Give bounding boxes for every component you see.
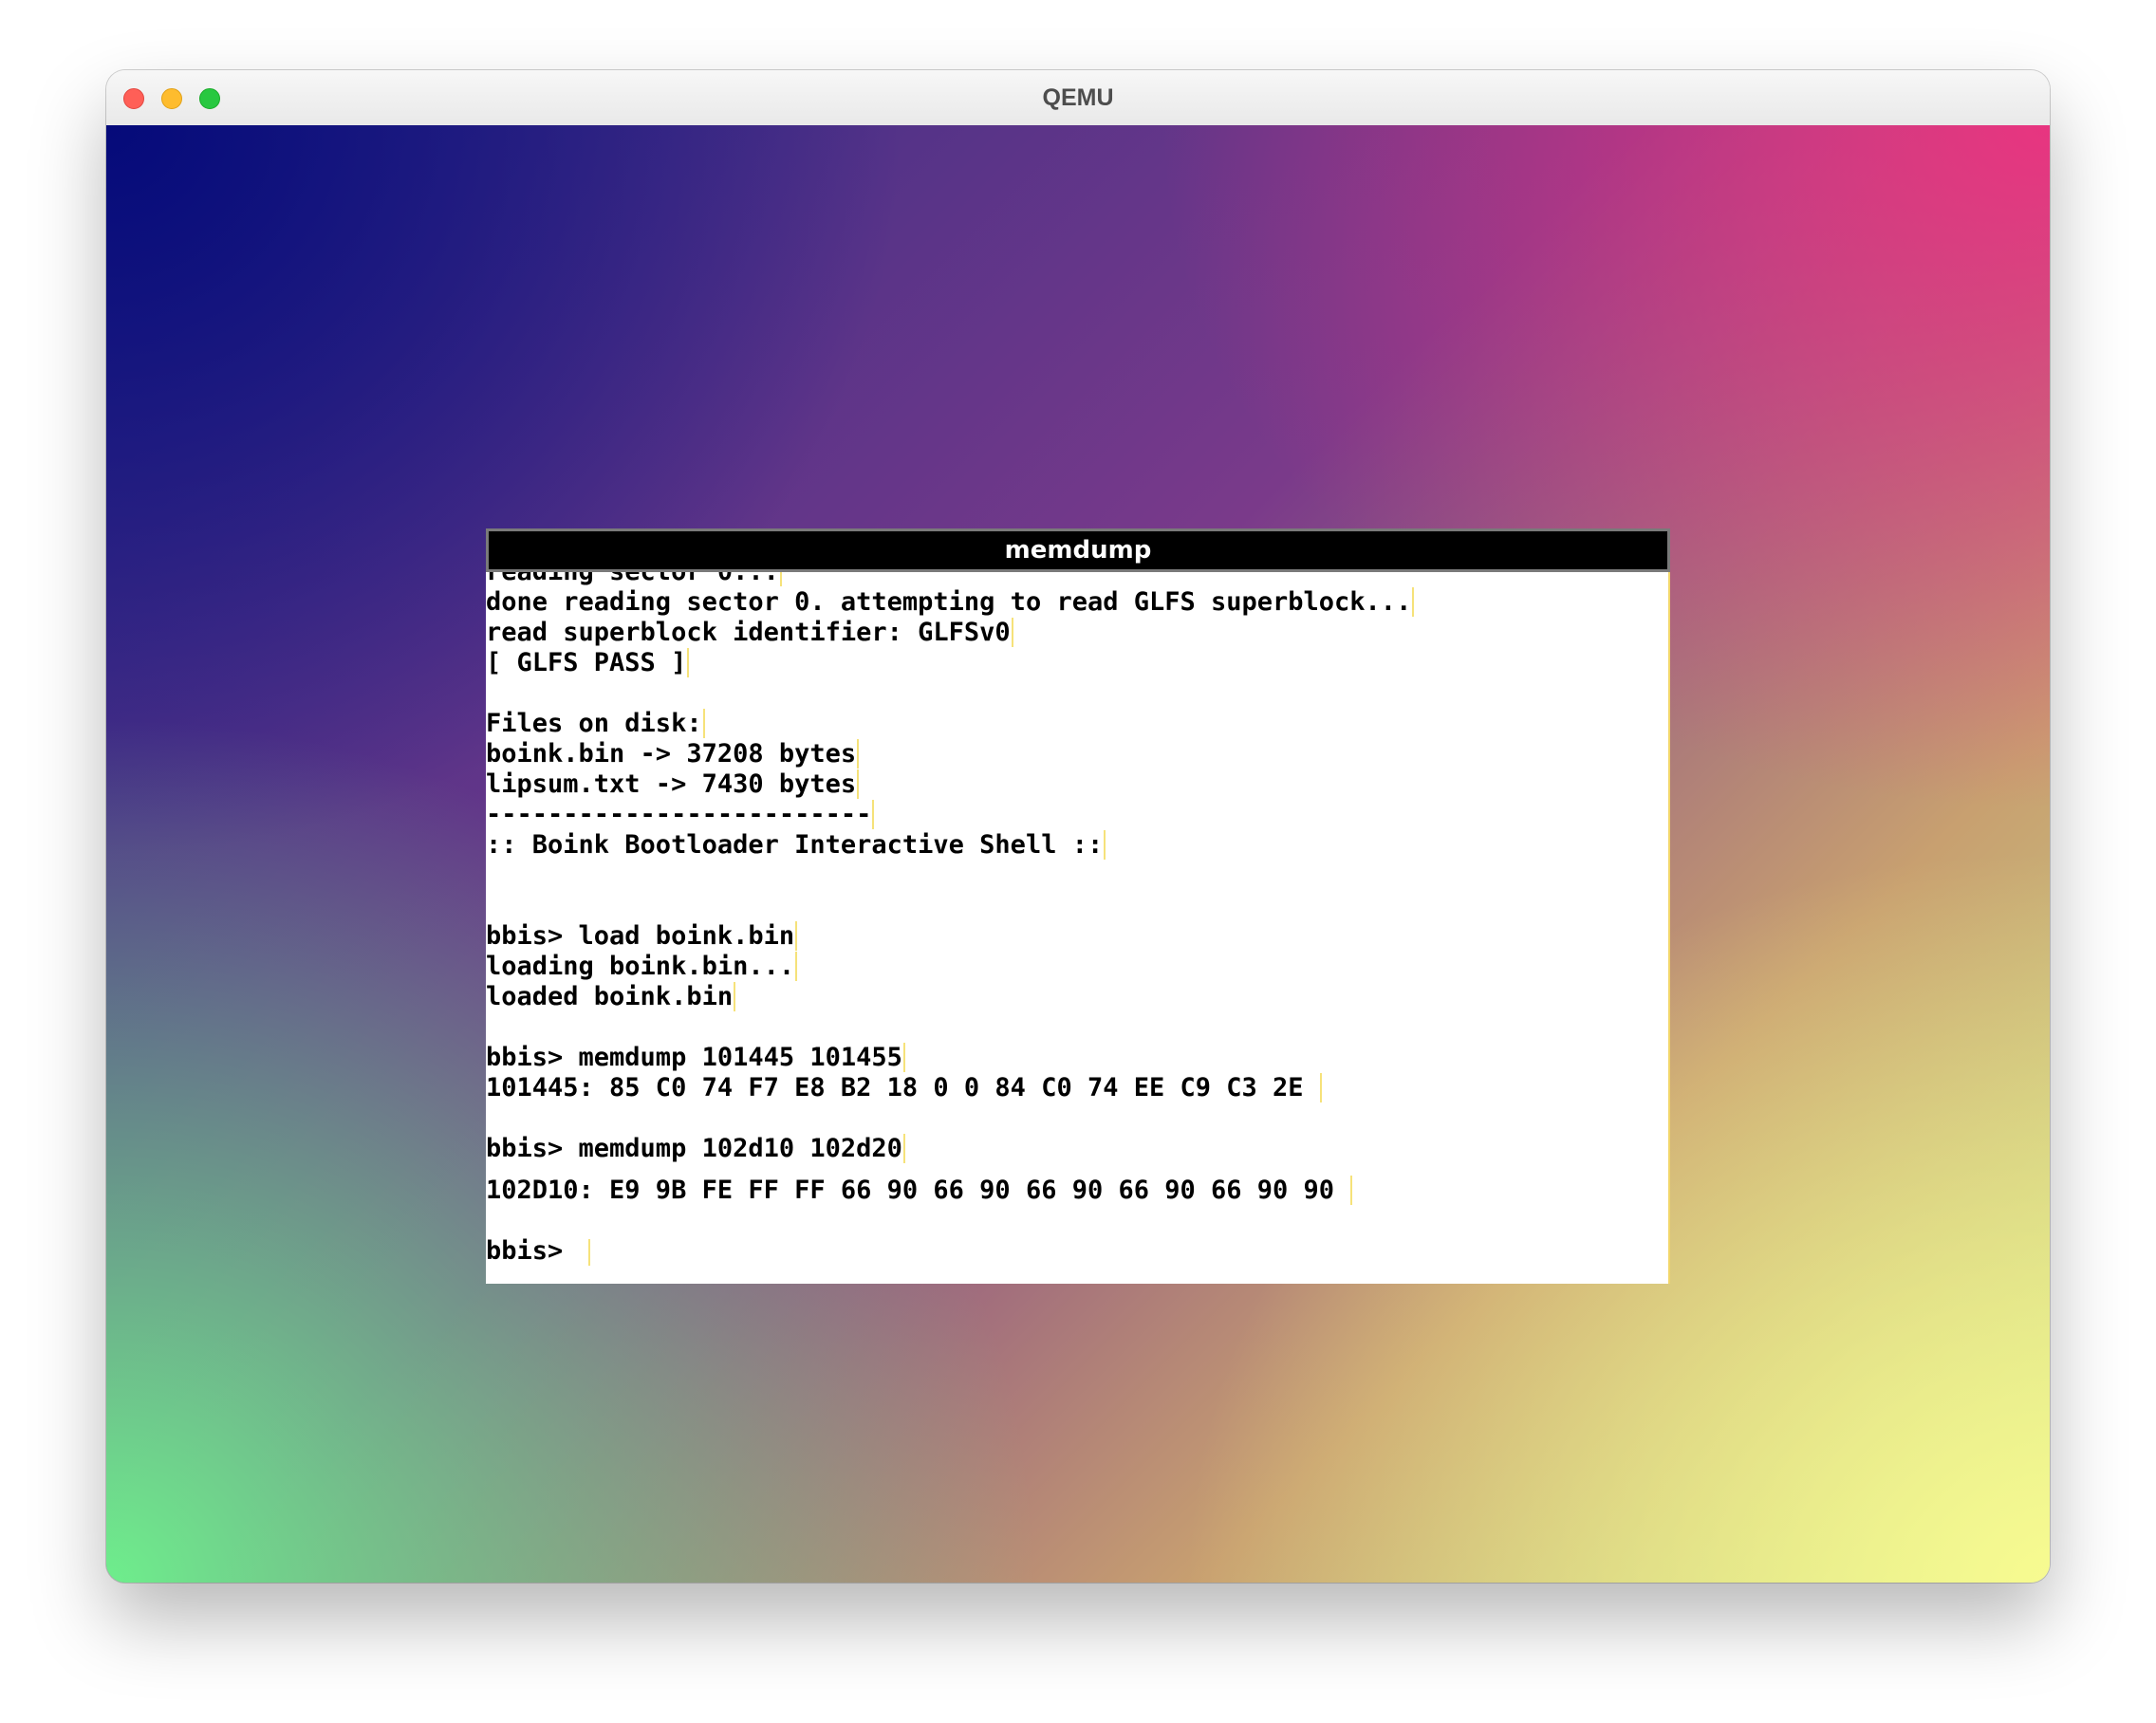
terminal-line: lipsum.txt -> 7430 bytes [486, 769, 1414, 800]
shell-command: bbis> load boink.bin [486, 921, 1414, 952]
shell-banner: :: Boink Bootloader Interactive Shell :: [486, 830, 1414, 861]
terminal-lines: reading sector 0... done reading sector … [486, 572, 1415, 1267]
window-title: QEMU [1042, 84, 1114, 111]
terminal-line: loaded boink.bin [486, 982, 1414, 1012]
memdump-window-title[interactable]: memdump [486, 528, 1670, 572]
terminal-line: read superblock identifier: GLFSv0 [486, 618, 1414, 648]
shell-command: bbis> memdump 102d10 102d20 [486, 1134, 1414, 1164]
memdump-output: 101445: 85 C0 74 F7 E8 B2 18 0 0 84 C0 7… [486, 1073, 1414, 1103]
shell-prompt[interactable]: bbis> [486, 1236, 1414, 1267]
qemu-window: QEMU memdump reading sector 0... done re… [106, 70, 2050, 1583]
terminal-line: [ GLFS PASS ] [486, 648, 1414, 678]
terminal-output[interactable]: reading sector 0... done reading sector … [486, 572, 1670, 1284]
shell-command: bbis> memdump 101445 101455 [486, 1043, 1414, 1073]
guest-display[interactable]: memdump reading sector 0... done reading… [106, 125, 2050, 1583]
terminal-line: done reading sector 0. attempting to rea… [486, 587, 1415, 618]
terminal-separator: ------------------------- [486, 800, 1414, 830]
memdump-window[interactable]: memdump reading sector 0... done reading… [486, 528, 1670, 1284]
window-titlebar[interactable]: QEMU [106, 70, 2050, 126]
terminal-line: Files on disk: [486, 709, 1414, 739]
terminal-line: boink.bin -> 37208 bytes [486, 739, 1414, 769]
terminal-line: loading boink.bin... [486, 952, 1414, 982]
text-cursor [587, 1238, 590, 1266]
terminal-line: reading sector 0... [486, 572, 1414, 587]
memdump-output: 102D10: E9 9B FE FF FF 66 90 66 90 66 90… [486, 1176, 1414, 1206]
